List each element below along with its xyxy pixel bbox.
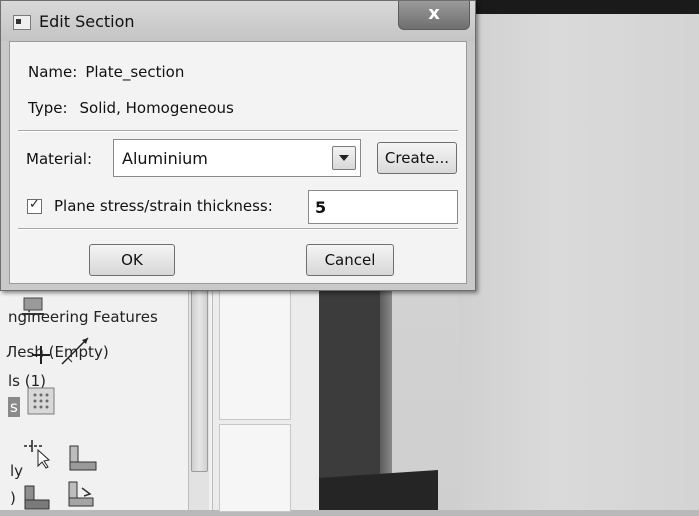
divider <box>18 228 458 230</box>
chevron-down-icon[interactable] <box>332 146 356 170</box>
cancel-button[interactable]: Cancel <box>306 244 394 276</box>
grid-icon[interactable] <box>26 386 56 416</box>
material-select[interactable]: Aluminium <box>113 139 361 177</box>
abaqus-window: ngineering Features Лesh (Empty) ls (1) … <box>0 0 699 512</box>
section-type-row: Type: Solid, Homogeneous <box>28 99 234 117</box>
thickness-input[interactable]: 5 <box>308 190 458 224</box>
dialog-title: Edit Section <box>39 12 135 31</box>
thickness-input-value: 5 <box>315 198 327 217</box>
datum-line-icon[interactable] <box>58 334 89 365</box>
divider <box>18 130 458 132</box>
thickness-checkbox[interactable] <box>27 197 42 214</box>
dialog-content: Name: Plate_section Type: Solid, Homogeneo… <box>9 41 467 284</box>
toolbox-panel <box>219 288 291 420</box>
material-select-value: Aluminium <box>122 149 208 168</box>
edit-section-dialog: Edit Section x Name: Plate_section Type: S… <box>0 0 476 291</box>
type-label: Type: <box>28 99 68 117</box>
tree-item-selected[interactable]: s <box>8 397 20 417</box>
viewport-background <box>458 14 699 510</box>
create-point-icon[interactable] <box>26 340 56 370</box>
material-label: Material: <box>26 150 92 168</box>
tree-scrollbar-thumb[interactable] <box>191 270 208 472</box>
section-tool-icon[interactable] <box>18 292 48 322</box>
partition-icon[interactable] <box>22 438 52 469</box>
close-button[interactable]: x <box>398 1 470 30</box>
section-name-row: Name: Plate_section <box>28 63 184 81</box>
create-material-button[interactable]: Create... <box>377 142 457 174</box>
name-label: Name: <box>28 63 78 81</box>
dialog-titlebar[interactable]: Edit Section x <box>1 1 475 41</box>
thickness-label: Plane stress/strain thickness: <box>54 197 273 215</box>
toolbox-panel <box>219 424 291 512</box>
extrude-icon[interactable] <box>22 482 52 512</box>
window-icon <box>13 15 31 30</box>
revolve-icon[interactable] <box>66 478 96 508</box>
face-tool-icon[interactable] <box>66 442 97 472</box>
tree-item-partial[interactable]: ) <box>10 486 16 510</box>
type-value: Solid, Homogeneous <box>79 99 234 117</box>
ok-button[interactable]: OK <box>89 244 175 276</box>
name-value: Plate_section <box>85 63 185 81</box>
